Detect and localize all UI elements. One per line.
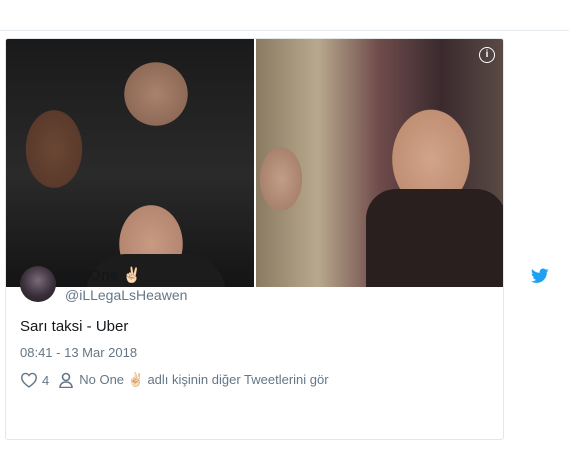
tweet-timestamp[interactable]: 08:41 - 13 Mar 2018 [20,345,137,360]
person-icon[interactable] [59,372,74,388]
handle[interactable]: @iLLegaLsHeawen [65,287,187,303]
display-name[interactable]: No One ✌🏻 [65,266,187,284]
photo-right[interactable]: i [256,39,503,287]
heart-icon[interactable] [20,372,38,388]
tweet-media[interactable]: i [6,39,503,287]
photo-left[interactable] [6,39,254,287]
avatar[interactable] [20,266,56,302]
tweet-text: Sarı taksi - Uber [20,318,129,335]
top-bar [0,0,569,31]
author-names[interactable]: No One ✌🏻 @iLLegaLsHeawen [65,266,187,303]
tweet-header: No One ✌🏻 @iLLegaLsHeawen [20,264,549,304]
twitter-bird-icon[interactable] [531,268,549,284]
likes-count[interactable]: 4 [42,373,49,388]
tweet-actions: 4 No One ✌🏻 adlı kişinin diğer Tweetleri… [20,370,329,390]
info-icon[interactable]: i [479,47,495,63]
more-tweets-link[interactable]: No One ✌🏻 adlı kişinin diğer Tweetlerini… [79,372,328,388]
